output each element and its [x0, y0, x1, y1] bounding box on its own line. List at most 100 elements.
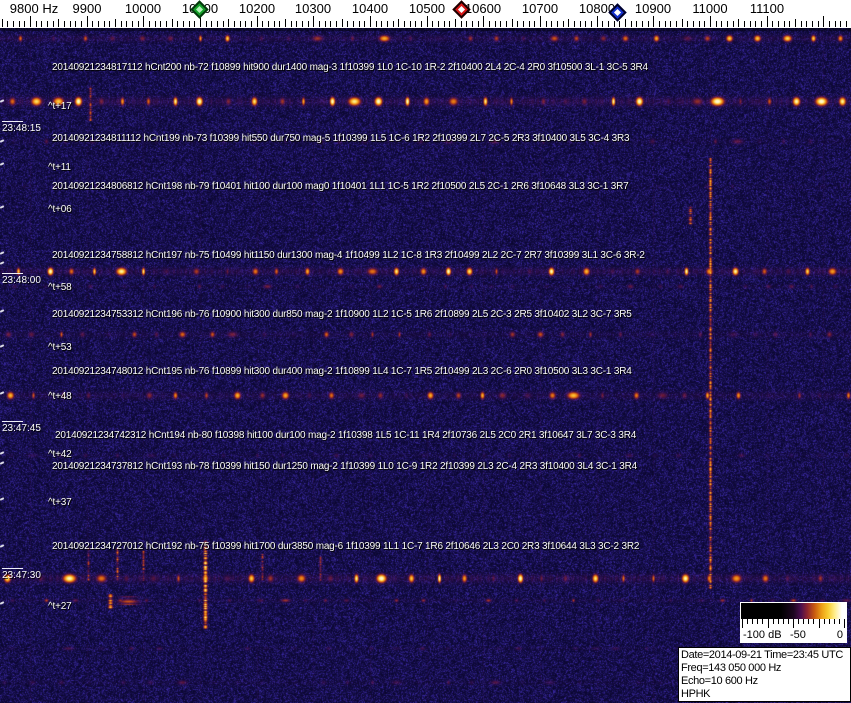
db-scale-tick [803, 619, 805, 624]
ruler-tick [404, 21, 405, 27]
ruler-tick [109, 21, 110, 27]
ruler-tick [546, 21, 547, 27]
ruler-tick [268, 21, 269, 27]
ruler-tick [381, 21, 382, 27]
freq-tick-label: 9900 [72, 1, 102, 16]
ruler-tick [563, 21, 564, 27]
ruler-tick [342, 19, 343, 27]
db-scale-tick [818, 619, 820, 628]
ruler-tick [87, 16, 88, 27]
ruler-tick [155, 21, 156, 27]
marker-red-diamond-icon-core [457, 5, 466, 14]
ruler-tick [495, 21, 496, 27]
db-scale-tick [772, 619, 774, 624]
ruler-tick [517, 21, 518, 27]
ruler-tick [81, 21, 82, 27]
ruler-tick [291, 21, 292, 27]
ruler-tick [313, 16, 314, 27]
ruler-tick [70, 21, 71, 27]
ruler-tick [648, 21, 649, 27]
info-date-time: Date=2014-09-21 Time=23:45 UTC [681, 649, 843, 661]
ruler-tick [580, 21, 581, 27]
ruler-tick [2, 19, 3, 27]
ruler-tick [744, 21, 745, 27]
db-scale-tick [742, 619, 743, 628]
freq-tick-label: 10400 [351, 1, 389, 16]
frequency-ruler: 9800 Hz990010000101001020010300104001050… [0, 0, 851, 28]
ruler-tick [699, 21, 700, 27]
ruler-tick [115, 19, 116, 27]
ruler-tick [364, 21, 365, 27]
ruler-tick [13, 21, 14, 27]
ruler-tick [257, 16, 258, 27]
ruler-tick [138, 21, 139, 27]
ruler-tick [75, 21, 76, 27]
ruler-tick [234, 21, 235, 27]
ruler-tick [682, 19, 683, 27]
ruler-tick [489, 21, 490, 27]
ruler-tick [642, 21, 643, 27]
ruler-tick [432, 21, 433, 27]
ruler-tick [829, 21, 830, 27]
db-scale-tick [782, 619, 784, 624]
ruler-tick [393, 21, 394, 27]
ruler-tick [330, 21, 331, 27]
freq-tick-label: 10200 [238, 1, 276, 16]
ruler-tick [767, 16, 768, 27]
freq-tick-label: 11100 [749, 1, 785, 16]
ruler-tick [693, 21, 694, 27]
freq-tick-label: 9800 Hz [9, 1, 59, 16]
ruler-tick [574, 21, 575, 27]
ruler-tick [36, 21, 37, 27]
db-scale-tick [823, 619, 825, 624]
ruler-tick [353, 21, 354, 27]
ruler-tick [591, 21, 592, 27]
ruler-tick [608, 21, 609, 27]
db-scale-tick [757, 619, 759, 624]
ruler-tick [296, 21, 297, 27]
db-scale-tick [747, 619, 749, 624]
ruler-tick [189, 21, 190, 27]
freq-tick-label: 10300 [294, 1, 332, 16]
ruler-tick [223, 21, 224, 27]
ruler-tick [597, 16, 598, 27]
db-scale-ticks [740, 619, 847, 629]
ruler-tick [41, 21, 42, 27]
ruler-tick [846, 21, 847, 27]
info-echo: Echo=10 600 Hz [681, 675, 758, 687]
ruler-tick [636, 21, 637, 27]
ruler-tick [483, 16, 484, 27]
ruler-tick [835, 21, 836, 27]
freq-tick-label: 10500 [408, 1, 446, 16]
ruler-tick [602, 21, 603, 27]
ruler-tick [472, 21, 473, 27]
ruler-tick [166, 21, 167, 27]
ruler-tick [149, 21, 150, 27]
ruler-tick [183, 21, 184, 27]
ruler-tick [653, 16, 654, 27]
freq-tick-label: 10700 [521, 1, 559, 16]
ruler-tick [132, 21, 133, 27]
info-frequency: Freq=143 050 000 Hz [681, 662, 782, 674]
ruler-tick [421, 21, 422, 27]
ruler-tick [585, 21, 586, 27]
ruler-tick [625, 19, 626, 27]
ruler-tick [121, 21, 122, 27]
ruler-tick [376, 21, 377, 27]
ruler-tick [194, 21, 195, 27]
ruler-tick [206, 21, 207, 27]
db-label-mid: -50 [790, 629, 806, 641]
ruler-tick [789, 21, 790, 27]
db-label-max: 0 [836, 629, 843, 641]
ruler-tick [427, 16, 428, 27]
db-scale-tick [798, 619, 800, 624]
ruler-tick [721, 21, 722, 27]
db-scale-tick [793, 619, 794, 628]
ruler-tick [755, 21, 756, 27]
ruler-tick [415, 21, 416, 27]
ruler-tick [370, 16, 371, 27]
ruler-tick [160, 21, 161, 27]
marker-blue-diamond-icon-core [613, 8, 622, 17]
ruler-tick [806, 21, 807, 27]
ruler-tick [659, 21, 660, 27]
